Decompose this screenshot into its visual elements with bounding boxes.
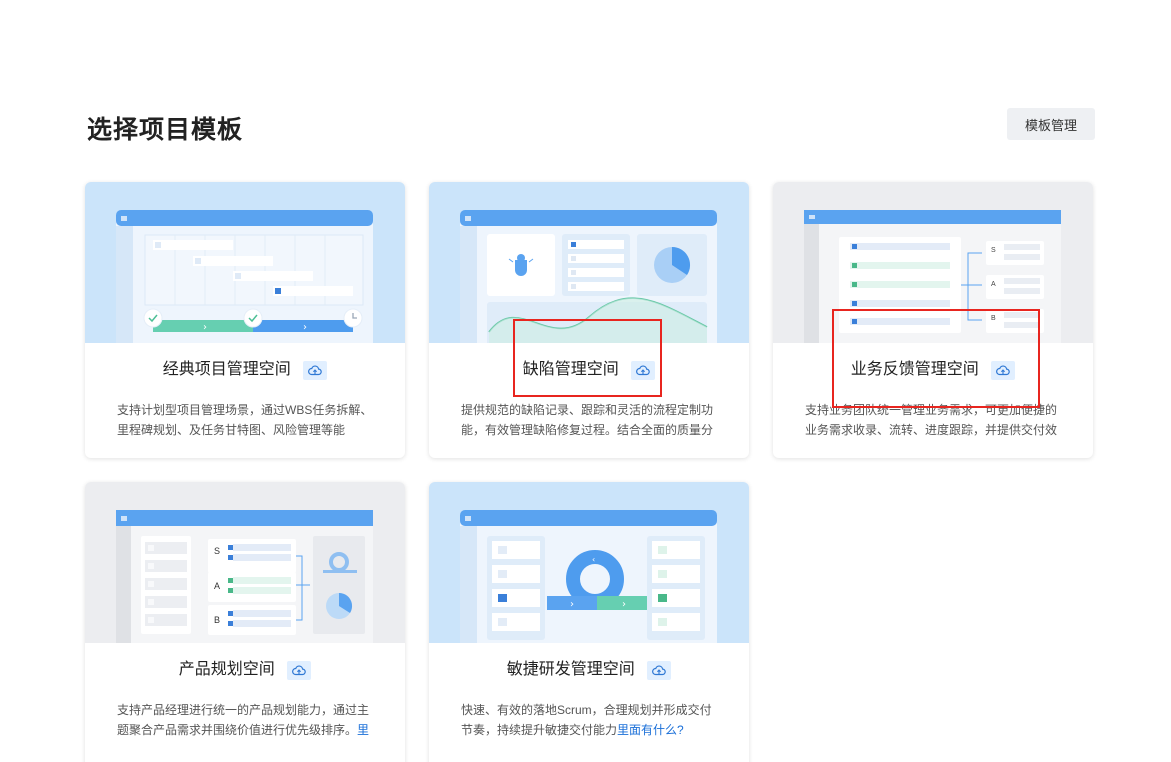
template-description: 提供规范的缺陷记录、跟踪和灵活的流程定制功能，有效管理缺陷修复过程。结合全面的质… <box>461 403 714 437</box>
priority-label-a: A <box>991 281 996 288</box>
gantt-illustration: › › <box>116 210 373 343</box>
page-title: 选择项目模板 <box>87 116 244 144</box>
template-name: 缺陷管理空间 <box>522 361 619 378</box>
template-name: 经典项目管理空间 <box>162 361 291 378</box>
template-name: 产品规划空间 <box>178 661 275 678</box>
template-manage-button[interactable]: 模板管理 <box>1007 108 1095 140</box>
template-description: 支持计划型项目管理场景，通过WBS任务拆解、里程碑规划、及任务甘特图、风险管理等… <box>117 403 373 437</box>
cloud-upload-icon <box>991 360 1016 380</box>
priority-label-s: S <box>214 546 221 556</box>
svg-text:›: › <box>570 599 574 610</box>
description-text: 支持产品经理进行统一的产品规划能力，通过主题聚合产品需求并围绕价值进行优先级排序… <box>117 703 370 737</box>
priority-label-a: A <box>214 581 221 591</box>
scrum-cycle-illustration: › › ‹ <box>460 510 717 643</box>
defect-dashboard-illustration <box>460 210 717 343</box>
cloud-upload-icon <box>287 660 312 680</box>
template-description: 支持产品经理进行统一的产品规划能力，通过主题聚合产品需求并围绕价值进行优先级排序… <box>117 701 379 740</box>
template-card-business-feedback[interactable]: S A B 业务反馈管理空间 支持业务团队统一管理业务需求，可更加便捷的业务需求… <box>773 182 1093 458</box>
more-info-link[interactable]: 里 <box>357 723 369 737</box>
template-card-classic[interactable]: › › 经典项目管理空间 支持计划型项目管理场景，通过WBS任务拆解、里程碑规划… <box>85 182 405 458</box>
cloud-upload-icon <box>303 360 328 380</box>
template-thumbnail: S A B <box>85 482 405 643</box>
template-name: 业务反馈管理空间 <box>850 361 979 378</box>
cloud-upload-icon <box>647 660 672 680</box>
priority-flow-illustration <box>804 210 1061 343</box>
template-thumbnail: S A B <box>773 182 1093 343</box>
template-card-agile[interactable]: › › ‹ 敏捷研发管理空间 快速、有效的落地Scrum，合理规划并形成交付节奏… <box>429 482 749 762</box>
template-thumbnail <box>429 182 749 343</box>
template-description: 支持业务团队统一管理业务需求，可更加便捷的业务需求收录、流转、进度跟踪，并提供交… <box>805 403 1058 437</box>
template-card-defect[interactable]: 缺陷管理空间 提供规范的缺陷记录、跟踪和灵活的流程定制功能，有效管理缺陷修复过程… <box>429 182 749 458</box>
template-thumbnail: › › ‹ <box>429 482 749 643</box>
template-name: 敏捷研发管理空间 <box>506 661 635 678</box>
template-description: 快速、有效的落地Scrum，合理规划并形成交付节奏，持续提升敏捷交付能力里面有什… <box>461 701 723 740</box>
template-thumbnail: › › <box>85 182 405 343</box>
priority-label-b: B <box>214 615 221 625</box>
priority-label-s: S <box>991 247 996 254</box>
template-selection-page: 选择项目模板 模板管理 › › 经典项目管理空间 支持计划型项目管理场景，通过W… <box>0 0 1171 762</box>
svg-text:›: › <box>203 322 207 333</box>
priority-label-b: B <box>991 315 996 322</box>
svg-text:›: › <box>303 322 307 333</box>
svg-text:›: › <box>622 599 626 610</box>
cloud-upload-icon <box>631 360 656 380</box>
more-info-link[interactable]: 里面有什么? <box>617 723 684 737</box>
template-card-product-planning[interactable]: S A B 产品规划空间 支持产品经理进行统一的产品规划能力，通过主题聚合产品需… <box>85 482 405 762</box>
product-roadmap-illustration <box>116 510 373 643</box>
svg-text:‹: ‹ <box>592 555 595 564</box>
